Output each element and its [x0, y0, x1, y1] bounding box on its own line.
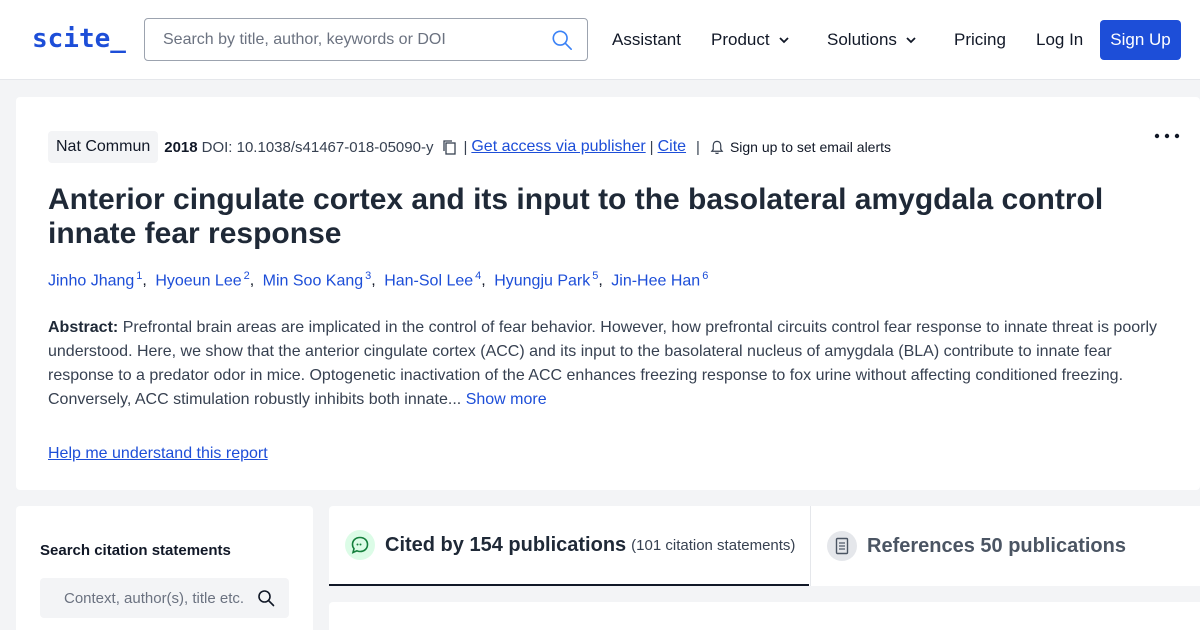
citation-search-input[interactable]	[40, 578, 255, 618]
author-separator: ,	[142, 272, 147, 290]
publication-year: 2018	[164, 138, 198, 156]
tab-references-label: References 50 publications	[867, 534, 1126, 557]
search-icon[interactable]	[551, 29, 573, 51]
show-more-link[interactable]: Show more	[466, 391, 547, 408]
abstract-text: Prefrontal brain areas are implicated in…	[48, 319, 1157, 408]
separator: |	[649, 138, 654, 156]
citation-tabs: Cited by 154 publications (101 citation …	[329, 506, 1200, 586]
tab-references[interactable]: References 50 publications	[810, 506, 1200, 586]
paper-card: Nat Commun 2018 DOI: 10.1038/s41467-018-…	[16, 97, 1200, 490]
nav-product[interactable]: Product	[711, 30, 790, 50]
search-input[interactable]	[146, 20, 536, 59]
login-label: Log In	[1036, 30, 1084, 49]
chat-bubble-icon	[345, 530, 375, 560]
citation-search-box[interactable]	[40, 578, 289, 618]
more-options-icon[interactable]	[1154, 133, 1180, 139]
journal-badge[interactable]: Nat Commun	[48, 131, 159, 163]
author-link[interactable]: Han-Sol Lee	[384, 272, 473, 289]
document-icon	[827, 531, 857, 561]
abstract: Abstract: Prefrontal brain areas are imp…	[48, 316, 1178, 412]
search-box[interactable]	[144, 18, 588, 61]
chevron-down-icon	[906, 37, 916, 44]
tab-cited-by-label: Cited by 154 publications	[385, 533, 627, 556]
author-separator: ,	[371, 272, 376, 290]
nav-pricing-label: Pricing	[954, 30, 1006, 49]
nav-assistant[interactable]: Assistant	[612, 30, 681, 50]
author-separator: ,	[598, 272, 603, 290]
copy-icon[interactable]	[441, 139, 457, 155]
author-link[interactable]: Hyoeun Lee	[155, 272, 241, 289]
help-understand-link[interactable]: Help me understand this report	[48, 445, 268, 463]
author-separator: ,	[481, 272, 486, 290]
nav-assistant-label: Assistant	[612, 30, 681, 49]
author-affiliation: 2	[243, 270, 250, 282]
nav-solutions-label: Solutions	[827, 30, 897, 49]
separator: |	[696, 138, 700, 156]
scite-logo[interactable]: scite_	[32, 24, 126, 54]
nav-product-label: Product	[711, 30, 770, 49]
tab-cited-by[interactable]: Cited by 154 publications (101 citation …	[329, 506, 809, 586]
author-link[interactable]: Min Soo Kang	[263, 272, 364, 289]
search-icon[interactable]	[257, 589, 275, 607]
chevron-down-icon	[778, 37, 789, 44]
tab-cited-by-count: (101 citation statements)	[631, 536, 796, 554]
bell-icon[interactable]	[710, 140, 724, 155]
get-access-link[interactable]: Get access via publisher	[471, 138, 645, 156]
author-link[interactable]: Hyungju Park	[494, 272, 590, 289]
email-alerts-link[interactable]: Sign up to set email alerts	[730, 139, 891, 155]
author-list: Jinho Jhang 1, Hyoeun Lee 2, Min Soo Kang 3…	[48, 270, 708, 290]
nav-pricing[interactable]: Pricing	[954, 30, 1006, 50]
paper-title: Anterior cingulate cortex and its input …	[48, 183, 1104, 250]
login-link[interactable]: Log In	[1036, 30, 1083, 50]
author-link[interactable]: Jin-Hee Han	[611, 272, 700, 289]
citations-list-panel	[329, 602, 1200, 630]
author-affiliation: 6	[702, 270, 709, 282]
top-header: scite_ Assistant Product Solutions Prici…	[0, 0, 1200, 80]
doi-text: DOI: 10.1038/s41467-018-05090-y	[201, 138, 434, 156]
citation-search-title: Search citation statements	[40, 542, 231, 559]
citation-search-panel: Search citation statements	[16, 506, 313, 630]
author-link[interactable]: Jinho Jhang	[48, 272, 134, 289]
separator: |	[463, 138, 468, 156]
nav-solutions[interactable]: Solutions	[827, 30, 917, 50]
paper-meta: Nat Commun 2018 DOI: 10.1038/s41467-018-…	[48, 131, 891, 163]
signup-button[interactable]: Sign Up	[1100, 20, 1181, 60]
cite-link[interactable]: Cite	[658, 138, 686, 156]
abstract-label: Abstract:	[48, 319, 119, 336]
author-separator: ,	[249, 272, 255, 290]
